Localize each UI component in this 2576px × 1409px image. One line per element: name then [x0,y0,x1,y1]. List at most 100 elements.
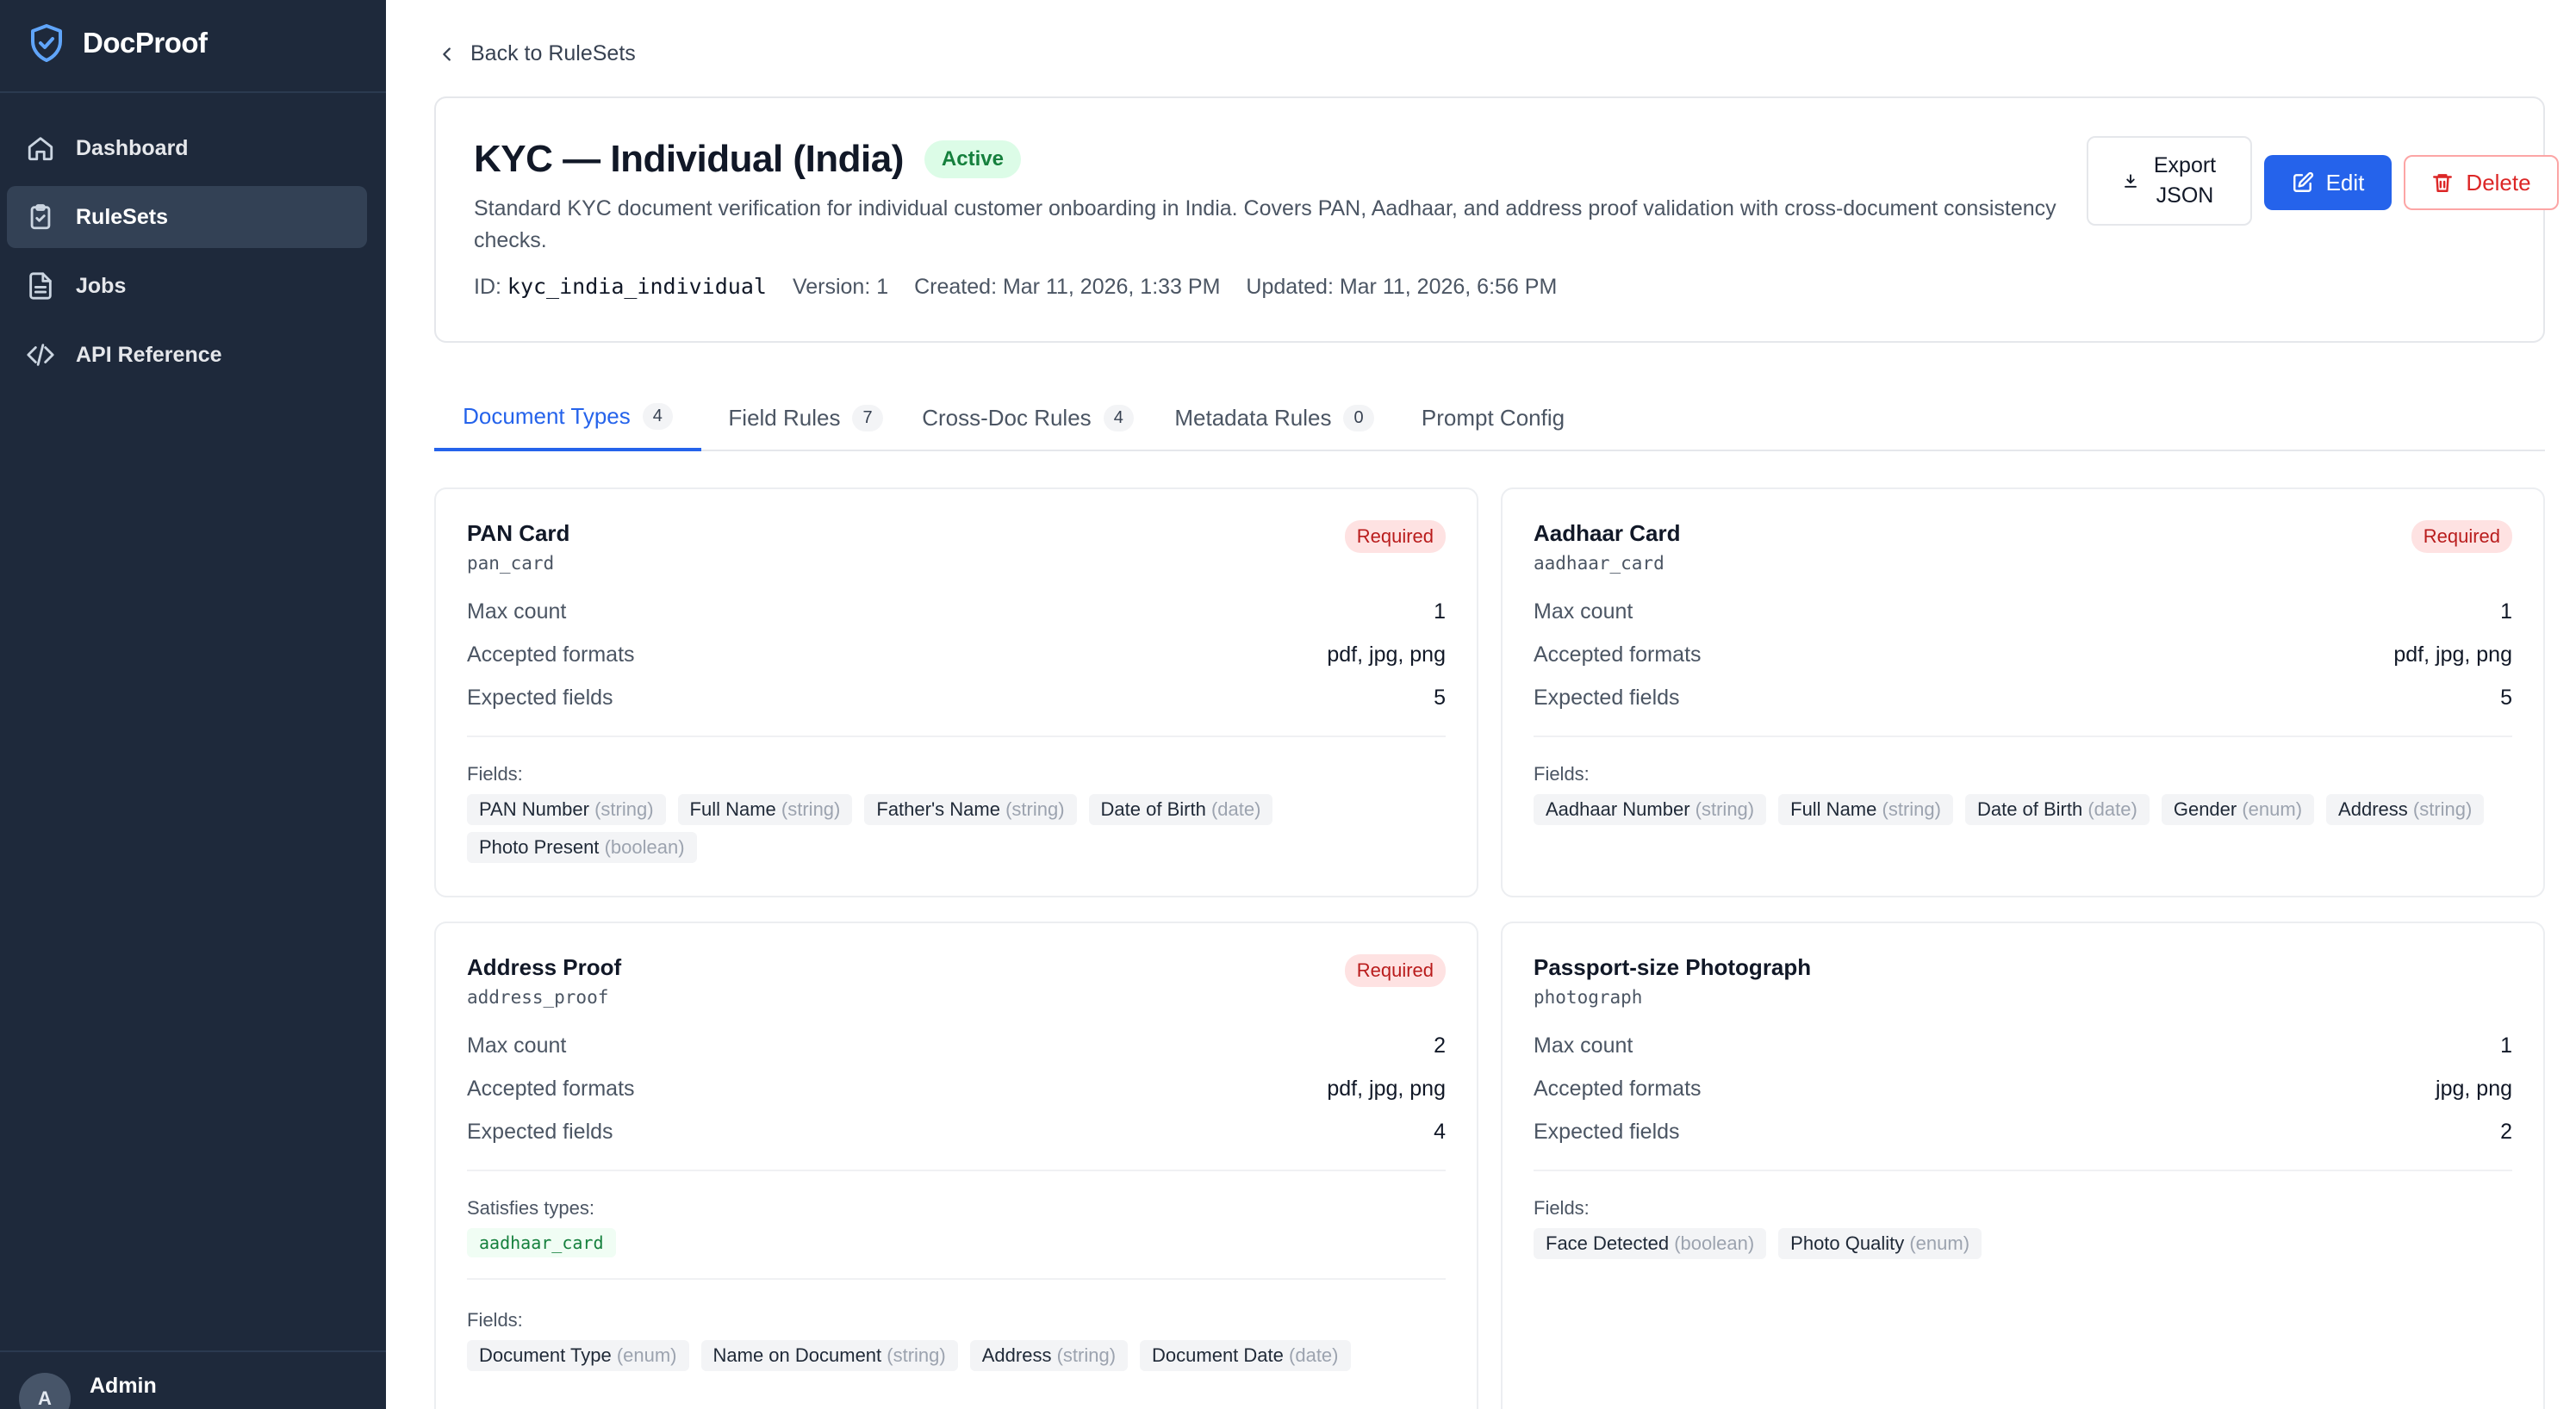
accepted-formats-row: Accepted formats jpg, png [1534,1077,2512,1101]
accepted-formats-row: Accepted formats pdf, jpg, png [1534,642,2512,667]
satisfies-type-chip: aadhaar_card [467,1228,616,1257]
card-divider [1534,736,2512,737]
user-menu[interactable]: A Admin [19,1373,157,1409]
tabs: Document Types 4 Field Rules 7 Cross-Doc… [434,384,2545,451]
document-type-card: Aadhaar Card aadhaar_card Required Max c… [1501,487,2545,897]
home-icon [28,137,53,161]
sidebar-item-label: RuleSets [76,204,168,229]
field-chip: Document Date (date) [1140,1340,1351,1371]
main-content: Back to RuleSets KYC — Individual (India… [386,0,2576,1409]
sidebar-item-dashboard[interactable]: Dashboard [7,117,367,179]
required-badge: Required [2411,520,2512,553]
user-name: Admin [90,1373,157,1398]
card-id: aadhaar_card [1534,553,1664,574]
card-divider [1534,1170,2512,1171]
expected-fields-row: Expected fields 5 [467,686,1446,710]
ruleset-id-value: kyc_india_individual [507,274,767,299]
expected-fields-row: Expected fields 4 [467,1120,1446,1144]
card-id: address_proof [467,987,609,1008]
clipboard-check-icon [30,204,51,230]
sidebar-item-rulesets[interactable]: RuleSets [7,186,367,248]
max-count-row: Max count 1 [467,599,1446,624]
satisfies-chips: aadhaar_card [467,1228,1446,1257]
ruleset-id: ID: kyc_india_individual [474,274,767,299]
sidebar-item-label: Dashboard [76,135,189,160]
field-chip: Gender (enum) [2161,794,2315,825]
card-divider [467,736,1446,737]
field-chip: Address (string) [969,1340,1129,1371]
card-divider [467,1170,1446,1171]
field-chip: Date of Birth (date) [1964,794,2150,825]
back-link-label: Back to RuleSets [470,41,636,65]
edit-button[interactable]: Edit [2264,155,2392,210]
download-icon [2124,174,2137,188]
card-name: PAN Card [467,520,570,546]
sidebar-divider [0,91,386,93]
field-chip: Photo Present (boolean) [467,832,697,863]
field-chip: Face Detected (boolean) [1534,1228,1767,1259]
edit-icon [2293,171,2313,192]
accepted-formats-row: Accepted formats pdf, jpg, png [467,1077,1446,1101]
max-count-row: Max count 1 [1534,1033,2512,1058]
avatar: A [19,1373,71,1409]
fields-label: Fields: [467,763,523,785]
ruleset-version: Version: 1 [792,275,889,299]
tab-document-types[interactable]: Document Types 4 [434,384,701,451]
fields-label: Fields: [1534,763,1590,785]
export-json-button[interactable]: Export JSON [2087,136,2252,226]
field-chip: Document Type (enum) [467,1340,689,1371]
card-id: photograph [1534,987,1643,1008]
sidebar-item-label: API Reference [76,342,222,367]
ruleset-updated: Updated: Mar 11, 2026, 6:56 PM [1246,275,1558,299]
expected-fields-row: Expected fields 2 [1534,1120,2512,1144]
status-badge: Active [924,140,1021,178]
sidebar-item-jobs[interactable]: Jobs [7,255,367,317]
document-type-card: Address Proof address_proof Required Max… [434,922,1478,1409]
brand-name: DocProof [83,27,208,59]
sidebar: DocProof Dashboard RuleSets Jobs API Ref… [0,0,386,1409]
field-chip: PAN Number (string) [467,794,666,825]
tab-prompt-config[interactable]: Prompt Config [1403,384,1584,451]
card-divider [467,1278,1446,1280]
tab-cross-doc-rules[interactable]: Cross-Doc Rules 4 [912,384,1144,451]
required-badge: Required [1344,954,1446,987]
chevron-left-icon [443,47,451,61]
tab-metadata-rules[interactable]: Metadata Rules 0 [1158,384,1391,451]
field-chip: Name on Document (string) [700,1340,958,1371]
card-id: pan_card [467,553,555,574]
max-count-row: Max count 1 [1534,599,2512,624]
field-chip: Photo Quality (enum) [1778,1228,1982,1259]
back-link[interactable]: Back to RuleSets [438,41,636,66]
field-chips: Face Detected (boolean) Photo Quality (e… [1534,1228,2512,1259]
brand[interactable]: DocProof [26,19,208,67]
field-chips: PAN Number (string) Full Name (string) F… [467,794,1446,863]
card-name: Passport-size Photograph [1534,954,1812,980]
file-text-icon [29,272,52,300]
delete-button[interactable]: Delete [2404,155,2559,210]
field-chip: Full Name (string) [677,794,853,825]
sidebar-item-api-reference[interactable]: API Reference [7,324,367,386]
trash-icon [2433,174,2453,192]
required-badge: Required [1344,520,1446,553]
card-name: Aadhaar Card [1534,520,1681,546]
fields-label: Fields: [467,1309,523,1331]
ruleset-meta: ID: kyc_india_individual Version: 1 Crea… [474,274,1557,300]
satisfies-types-label: Satisfies types: [467,1197,594,1219]
tab-count: 4 [1103,404,1134,431]
field-chip: Date of Birth (date) [1088,794,1273,825]
field-chips: Document Type (enum) Name on Document (s… [467,1340,1446,1371]
code-icon [27,344,54,366]
page-title: KYC — Individual (India) [474,138,904,180]
ruleset-header: KYC — Individual (India) Active Standard… [434,96,2559,343]
ruleset-created: Created: Mar 11, 2026, 1:33 PM [914,275,1221,299]
tab-count: 7 [852,404,883,431]
field-chips: Aadhaar Number (string) Full Name (strin… [1534,794,2512,825]
document-type-card: Passport-size Photograph photograph Max … [1501,922,2545,1409]
tab-field-rules[interactable]: Field Rules 7 [715,384,896,451]
field-chip: Aadhaar Number (string) [1534,794,1767,825]
field-chip: Full Name (string) [1778,794,1953,825]
fields-label: Fields: [1534,1197,1590,1219]
expected-fields-row: Expected fields 5 [1534,686,2512,710]
tab-count: 0 [1343,404,1374,431]
sidebar-footer-divider [0,1350,386,1352]
